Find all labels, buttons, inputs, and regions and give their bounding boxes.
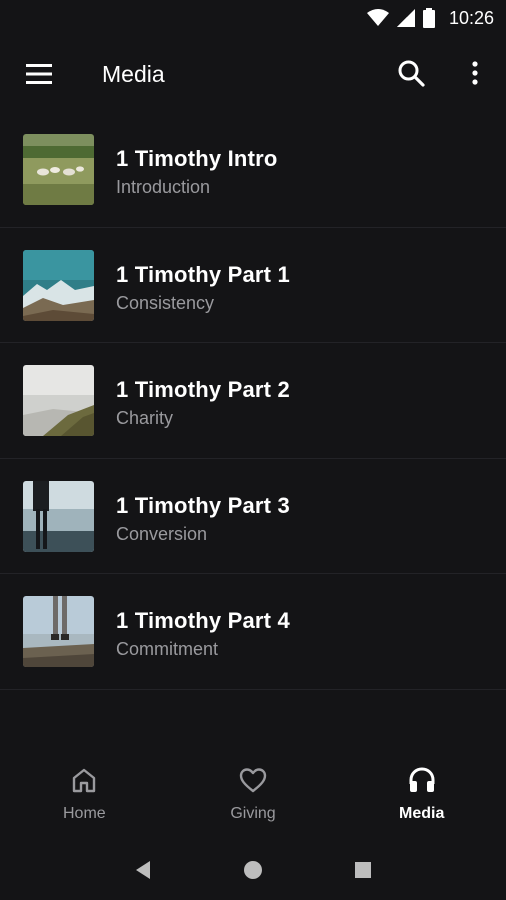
more-vert-icon[interactable] bbox=[466, 58, 484, 88]
status-bar: 10:26 bbox=[0, 0, 506, 36]
media-title: 1 Timothy Part 4 bbox=[116, 608, 290, 633]
nav-label-media: Media bbox=[399, 805, 445, 822]
media-title: 1 Timothy Intro bbox=[116, 146, 278, 171]
signal-icon bbox=[396, 9, 415, 27]
nav-item-home[interactable]: Home bbox=[0, 752, 169, 840]
thumbnail-person-lake bbox=[23, 480, 94, 552]
media-subtitle: Introduction bbox=[116, 177, 211, 197]
wifi-icon bbox=[366, 9, 389, 27]
media-list-item[interactable]: 1 Timothy Part 3 Conversion bbox=[0, 459, 506, 574]
recents-icon[interactable] bbox=[343, 850, 383, 890]
media-subtitle: Charity bbox=[116, 408, 174, 428]
menu-icon[interactable] bbox=[24, 60, 54, 88]
nav-label-giving: Giving bbox=[230, 805, 276, 822]
app-bar: Media bbox=[0, 36, 506, 112]
page-title: Media bbox=[102, 61, 165, 87]
media-title: 1 Timothy Part 3 bbox=[116, 492, 290, 518]
media-list-item[interactable]: 1 Timothy Intro Introduction bbox=[0, 112, 506, 228]
nav-label-home: Home bbox=[62, 805, 106, 822]
bottom-nav: Home Giving Media bbox=[0, 752, 506, 840]
media-title: 1 Timothy Part 2 bbox=[116, 377, 290, 402]
headphones-icon bbox=[407, 766, 437, 799]
nav-item-media[interactable]: Media bbox=[337, 752, 506, 840]
thumbnail-sheep-field bbox=[23, 134, 94, 205]
thumbnail-legs-rocks bbox=[23, 596, 94, 667]
media-list: 1 Timothy Intro Introduction 1 Timothy P… bbox=[0, 112, 506, 690]
media-subtitle: Consistency bbox=[116, 292, 215, 313]
home-circle-icon[interactable] bbox=[233, 850, 273, 890]
thumbnail-mountain-sea bbox=[23, 249, 94, 321]
battery-icon bbox=[422, 8, 435, 28]
media-list-item[interactable]: 1 Timothy Part 2 Charity bbox=[0, 343, 506, 459]
system-nav-bar bbox=[0, 840, 506, 900]
heart-icon bbox=[238, 766, 268, 799]
thumbnail-foggy-hill bbox=[23, 365, 94, 436]
media-list-item[interactable]: 1 Timothy Part 1 Consistency bbox=[0, 228, 506, 343]
media-title: 1 Timothy Part 1 bbox=[116, 261, 290, 287]
home-icon bbox=[70, 766, 98, 799]
back-icon[interactable] bbox=[123, 850, 163, 890]
media-subtitle: Conversion bbox=[116, 523, 208, 544]
status-time: 10:26 bbox=[448, 7, 494, 28]
search-icon[interactable] bbox=[396, 58, 426, 88]
media-list-item[interactable]: 1 Timothy Part 4 Commitment bbox=[0, 574, 506, 690]
nav-item-giving[interactable]: Giving bbox=[169, 752, 338, 840]
media-subtitle: Commitment bbox=[116, 639, 219, 659]
